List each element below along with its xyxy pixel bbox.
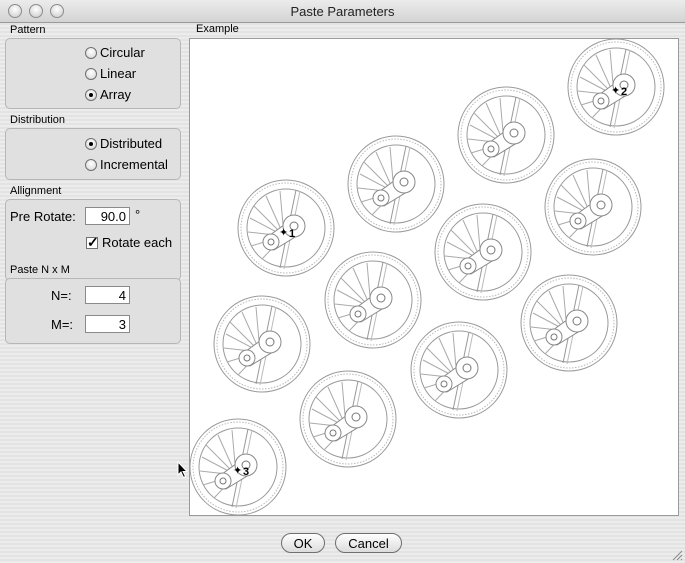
wheel-copy (544, 158, 642, 256)
m-input[interactable] (85, 315, 130, 333)
radio-label: Array (100, 87, 132, 102)
pattern-group: Circular Linear Array (5, 38, 181, 109)
radio-label: Circular (100, 45, 145, 60)
wheel-copy (324, 251, 422, 349)
radio-label: Linear (100, 66, 137, 81)
m-label: M=: (51, 317, 74, 332)
cancel-button[interactable]: Cancel (335, 533, 402, 553)
distribution-radio-distributed[interactable]: Distributed (85, 136, 162, 151)
wheel-copy (347, 135, 445, 233)
pattern-radio-linear[interactable]: Linear (85, 66, 136, 81)
radio-icon[interactable] (85, 46, 97, 59)
marker-3-label: 3 (243, 466, 249, 478)
wheel-copy (410, 321, 508, 419)
resize-grip-icon[interactable] (671, 549, 683, 561)
radio-icon[interactable] (85, 158, 97, 171)
wheel-copy (457, 86, 555, 184)
wheel-copy (213, 295, 311, 393)
wheel-copy (520, 274, 618, 372)
rotate-each-checkbox[interactable]: ✓ Rotate each (86, 235, 172, 250)
marker-1-label: 1 (289, 228, 295, 240)
marker-3: ✦ 3 (233, 464, 249, 478)
title-bar[interactable]: Paste Parameters (0, 0, 685, 23)
wheel-copy (434, 203, 532, 301)
pre-rotate-label: Pre Rotate: (10, 209, 76, 224)
distribution-radio-incremental[interactable]: Incremental (85, 157, 168, 172)
degree-symbol: ° (135, 207, 141, 222)
radio-label: Incremental (100, 157, 168, 172)
mouse-pointer-icon (177, 461, 189, 479)
radio-label: Distributed (100, 136, 163, 151)
example-title: Example (196, 23, 239, 35)
radio-icon[interactable] (85, 67, 97, 80)
svg-text:✦: ✦ (279, 226, 288, 239)
radio-selected-icon[interactable] (85, 137, 97, 150)
marker-2: ✦ 2 (611, 84, 627, 98)
marker-2-label: 2 (621, 86, 627, 98)
pattern-radio-array[interactable]: Array (85, 87, 131, 102)
svg-text:✦: ✦ (233, 464, 242, 477)
distribution-group: Distributed Incremental (5, 128, 181, 180)
window-title: Paste Parameters (290, 4, 395, 19)
checkmark-icon[interactable]: ✓ (86, 235, 99, 249)
marker-1: ✦ 1 (279, 226, 295, 240)
radio-selected-icon[interactable] (85, 88, 97, 101)
ok-button[interactable]: OK (281, 533, 325, 553)
paste-nxm-section-title: Paste N x M (10, 264, 70, 276)
svg-text:✦: ✦ (611, 84, 620, 97)
example-canvas: ✦ 1 ✦ 2 ✦ 3 (189, 38, 665, 516)
example-preview: ✦ 1 ✦ 2 ✦ 3 (189, 38, 679, 516)
paste-nxm-group: N=: M=: (5, 278, 181, 344)
n-label: N=: (51, 288, 72, 303)
pattern-radio-circular[interactable]: Circular (85, 45, 145, 60)
wheel-copy (299, 370, 397, 468)
checkbox-label: Rotate each (102, 235, 173, 250)
dialog-content: Pattern Circular Linear Array Distributi… (0, 23, 685, 563)
alignment-section-title: Allignment (10, 185, 62, 197)
distribution-section-title: Distribution (10, 114, 66, 126)
pattern-section-title: Pattern (10, 24, 46, 36)
n-input[interactable] (85, 286, 130, 304)
pre-rotate-input[interactable] (85, 207, 130, 225)
